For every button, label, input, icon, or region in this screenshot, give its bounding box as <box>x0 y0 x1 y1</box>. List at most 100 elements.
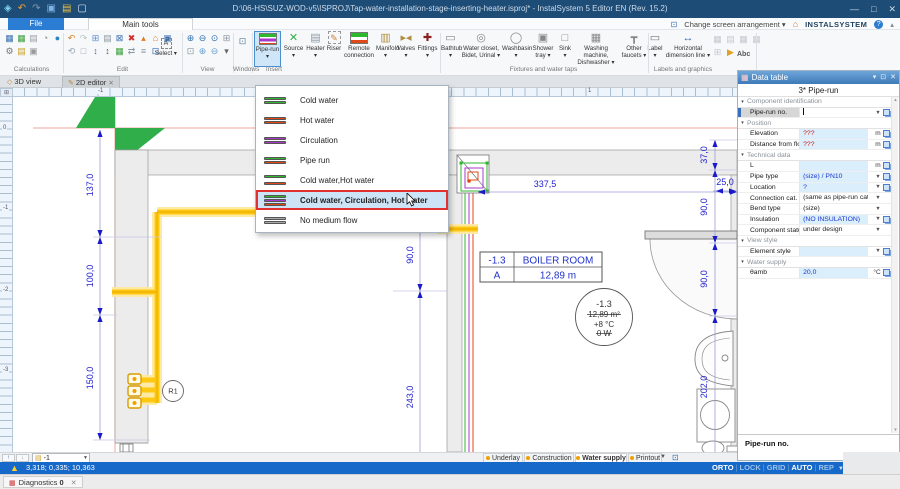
grid-edit-icon[interactable]: ▦ <box>114 46 125 57</box>
property-row-l[interactable]: Lm <box>738 161 892 172</box>
zoom-prev-icon[interactable]: ⊖ <box>209 46 220 57</box>
options-box-icon[interactable]: ▣ <box>28 46 39 57</box>
copy-value-icon[interactable] <box>883 141 890 148</box>
property-row-element-style[interactable]: Element style▼ <box>738 247 892 258</box>
zoom-window-icon[interactable]: ⊕ <box>197 46 208 57</box>
property-row-pipe-run-no-[interactable]: Pipe-run no.▼ <box>738 108 892 119</box>
panel-scrollbar[interactable]: ▴▾ <box>891 97 898 433</box>
abc-text-icon[interactable]: Abc <box>737 49 750 60</box>
legend-icon[interactable]: ▤ <box>725 34 736 45</box>
property-row-bend-type[interactable]: Bend type(size)▼ <box>738 204 892 215</box>
frame-icon[interactable]: □ <box>78 46 89 57</box>
green-marker-upper[interactable] <box>76 97 115 128</box>
graphic-icon[interactable]: ▦ <box>738 34 749 45</box>
property-row-component-status[interactable]: Component statusunder design▼ <box>738 225 892 236</box>
property-value[interactable]: (size) <box>799 204 868 214</box>
copy-value-icon[interactable] <box>883 216 890 223</box>
dimension-value[interactable]: 90,0 <box>699 270 709 288</box>
dimension-value[interactable]: 100,0 <box>85 265 95 288</box>
minimize-button[interactable]: — <box>850 0 859 18</box>
select-button[interactable]: A Select ▾ <box>152 32 180 68</box>
menu-item-circulation[interactable]: Circulation <box>256 130 448 150</box>
zoom-out-icon[interactable]: ⊖ <box>197 33 208 44</box>
property-row-elevation[interactable]: Elevation???m <box>738 129 892 140</box>
settings-gear-icon[interactable]: ⚙ <box>4 46 15 57</box>
swap-icon[interactable]: ⇄ <box>126 46 137 57</box>
property-value[interactable]: ??? <box>799 129 868 139</box>
view-tabs-more-icon[interactable]: ▼ <box>660 454 666 460</box>
view-grid-icon[interactable]: ⊞ <box>221 33 232 44</box>
property-row-distance-from-floor[interactable]: Distance from floor???m <box>738 140 892 151</box>
pan-icon[interactable]: ⊡ <box>185 46 196 57</box>
dropdown-arrow-icon[interactable]: ▼ <box>868 184 880 190</box>
toggle-lock[interactable]: LOCK <box>739 463 760 472</box>
manifold-button[interactable]: ▥Manifold ▾ <box>376 31 395 67</box>
tab-3d-view[interactable]: ◇3D view <box>2 76 46 88</box>
tab-main-tools[interactable]: Main tools <box>88 18 193 30</box>
dimension-value[interactable]: 90,0 <box>405 246 415 264</box>
close-button[interactable]: ✕ <box>888 0 896 18</box>
water-drop-icon[interactable]: ● <box>52 33 63 44</box>
property-row-location[interactable]: Location?▼ <box>738 183 892 194</box>
shower-tray-button[interactable]: ▣Shower tray ▾ <box>531 31 555 67</box>
menu-item-cold-water[interactable]: Cold water <box>256 90 448 110</box>
menu-item-cold-water-hot-water[interactable]: Cold water,Hot water <box>256 170 448 190</box>
paste-icon[interactable]: ▤ <box>102 33 113 44</box>
property-row-insulation[interactable]: Insulation(NO INSULATION)▼ <box>738 215 892 226</box>
calc-refresh-icon[interactable]: ◔ <box>40 33 51 44</box>
layer-up-button[interactable]: ↑ <box>2 454 15 462</box>
property-value[interactable]: ? <box>799 183 868 193</box>
property-row--amb[interactable]: θamb20,0°C <box>738 268 892 279</box>
source-button[interactable]: ✕Source ▾ <box>282 31 305 67</box>
dropdown-arrow-icon[interactable]: ▼ <box>868 227 880 233</box>
toggle-auto[interactable]: AUTO <box>791 463 812 472</box>
menu-item-no-medium-flow[interactable]: No medium flow <box>256 210 448 230</box>
copy-value-icon[interactable] <box>883 173 890 180</box>
property-value[interactable]: under design <box>799 225 868 235</box>
heater-button[interactable]: ▤Heater ▾ <box>306 31 325 67</box>
category-row[interactable]: ▾Technical data <box>738 150 892 161</box>
calc-sheet-icon[interactable]: ▤ <box>28 33 39 44</box>
windows-manager-icon[interactable]: ⊡ <box>237 36 248 47</box>
diagnostics-tab[interactable]: ▦Diagnostics 0 ✕ <box>3 476 83 488</box>
copy-value-icon[interactable] <box>883 184 890 191</box>
copy-value-icon[interactable] <box>883 130 890 137</box>
category-row[interactable]: ▾Component identification <box>738 97 892 108</box>
maximize-button[interactable]: □ <box>871 0 876 18</box>
remote-connection-button[interactable]: Remote connection <box>343 31 375 67</box>
zoom-in-icon[interactable]: ⊕ <box>185 33 196 44</box>
category-row[interactable]: ▾Position <box>738 118 892 129</box>
property-value[interactable]: (size) / PN10 <box>799 172 868 182</box>
property-value[interactable]: ??? <box>799 140 868 150</box>
property-value[interactable]: (same as pipe-run catalo <box>799 193 868 203</box>
sink-button[interactable]: □Sink ▾ <box>556 31 574 67</box>
panel-close-icon[interactable]: ✕ <box>890 71 896 84</box>
list-icon[interactable]: ≡ <box>138 46 149 57</box>
arrow-graphic-icon[interactable]: ▶ <box>725 47 736 58</box>
flip-v-icon[interactable]: ↕ <box>90 46 101 57</box>
water-closet-button[interactable]: ◎Water closet, Bidet, Urinal ▾ <box>461 31 501 67</box>
heater-unit[interactable] <box>457 155 489 193</box>
diagnostics-close-icon[interactable]: ✕ <box>71 480 77 487</box>
tab-2d-editor[interactable]: ✎2D editor ✕ <box>62 76 120 88</box>
menu-item-cold-water-circulation-hot-water[interactable]: Cold water, Circulation, Hot water <box>256 190 448 210</box>
dimension-value[interactable]: 37,0 <box>699 146 709 164</box>
property-value[interactable] <box>799 108 868 118</box>
menu-item-pipe-run[interactable]: Pipe run <box>256 150 448 170</box>
small-fixture[interactable] <box>120 444 133 452</box>
copy-value-icon[interactable] <box>883 248 890 255</box>
property-row-pipe-type[interactable]: Pipe type(size) / PN10▼ <box>738 172 892 183</box>
data-bars-icon[interactable]: ▤ <box>16 46 27 57</box>
door[interactable] <box>645 231 737 319</box>
copy-value-icon[interactable] <box>883 109 890 116</box>
menu-item-hot-water[interactable]: Hot water <box>256 110 448 130</box>
property-value[interactable]: 20,0 <box>799 268 868 278</box>
copy-value-icon[interactable] <box>883 269 890 276</box>
panel-menu-icon[interactable]: ▾ <box>873 71 877 84</box>
toggle-grid[interactable]: GRID <box>767 463 786 472</box>
redo-icon[interactable]: ↷ <box>78 33 89 44</box>
fittings-button[interactable]: ✚Fittings ▾ <box>417 31 438 67</box>
valves-button[interactable]: ▸◂Valves ▾ <box>396 31 416 67</box>
washing-machine-button[interactable]: ▦Washing machine, Dishwasher ▾ <box>575 31 617 67</box>
panel-title-bar[interactable]: ▦Data table ▾ ⊡ ✕ <box>738 71 899 84</box>
